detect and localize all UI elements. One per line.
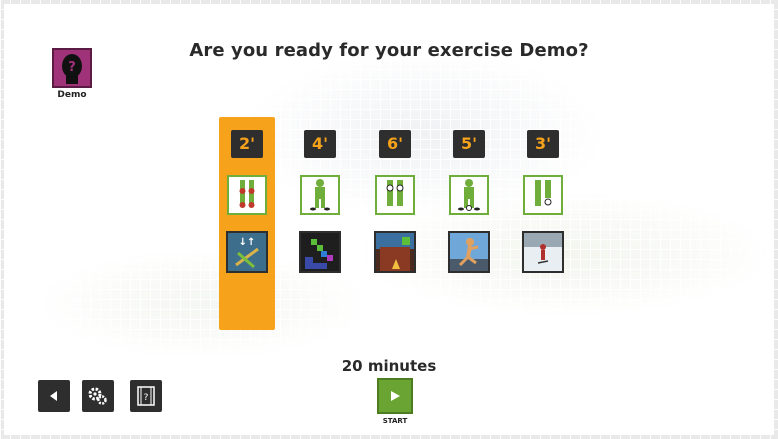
duration-badge: 5' <box>453 130 485 158</box>
knees-markers-icon[interactable] <box>375 175 415 215</box>
full-body-steps-icon[interactable] <box>300 175 340 215</box>
exercise-column[interactable]: 6' <box>373 130 417 273</box>
film-button[interactable]: ? <box>130 380 162 412</box>
svg-text:↓↑: ↓↑ <box>239 237 256 248</box>
total-duration: 20 minutes <box>341 357 437 375</box>
leg-lift-icon[interactable] <box>523 175 563 215</box>
game-arrows-icon[interactable]: ↓↑ <box>226 231 268 273</box>
start-label: START <box>382 417 408 425</box>
exercise-column[interactable]: 3' <box>521 130 565 273</box>
full-body-stepper-icon[interactable] <box>449 175 489 215</box>
start-button[interactable] <box>377 378 413 414</box>
exercise-column[interactable]: 2' ↓↑ <box>225 130 269 273</box>
settings-icon <box>88 387 107 405</box>
legs-weights-icon[interactable] <box>227 175 267 215</box>
duration-badge: 3' <box>527 130 559 158</box>
svg-text:?: ? <box>144 393 149 403</box>
svg-text:?: ? <box>68 60 76 75</box>
game-blocks-icon[interactable] <box>299 231 341 273</box>
settings-button[interactable] <box>82 380 114 412</box>
game-wall-icon[interactable] <box>374 231 416 273</box>
page-title: Are you ready for your exercise Demo? <box>189 40 589 61</box>
profile-name: Demo <box>57 90 87 100</box>
duration-badge: 2' <box>231 130 263 158</box>
duration-badge: 6' <box>379 130 411 158</box>
game-skier-icon[interactable] <box>522 231 564 273</box>
exercise-column[interactable]: 4' <box>298 130 342 273</box>
film-icon: ? <box>137 386 155 406</box>
back-icon <box>50 391 57 401</box>
play-icon <box>391 391 400 401</box>
game-runner-icon[interactable] <box>448 231 490 273</box>
exercise-column[interactable]: 5' <box>447 130 491 273</box>
back-button[interactable] <box>38 380 70 412</box>
duration-badge: 4' <box>304 130 336 158</box>
